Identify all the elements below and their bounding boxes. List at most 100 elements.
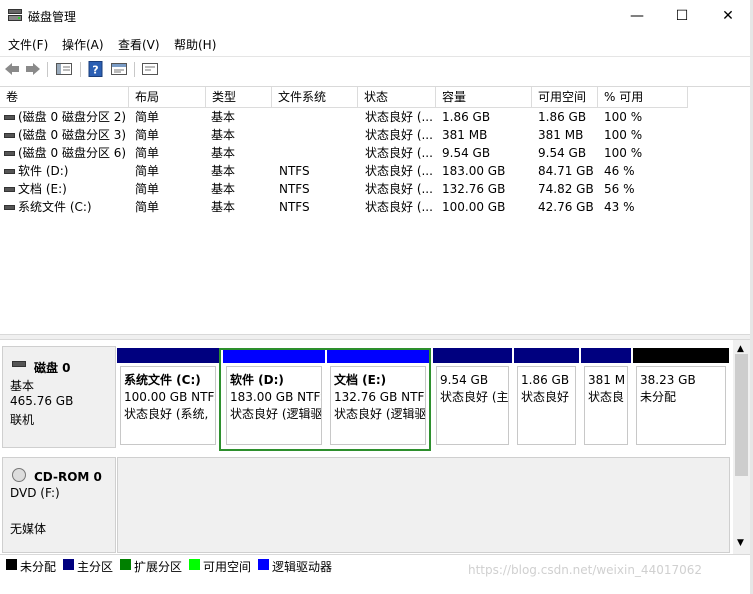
volume-layout: 简单: [135, 164, 160, 178]
column-header-status[interactable]: 状态: [358, 87, 436, 108]
partition-3[interactable]: 381 M 状态良: [581, 348, 631, 448]
partition-status: 未分配: [640, 390, 677, 404]
volume-percent-free: 100 %: [604, 128, 643, 142]
svg-text:?: ?: [92, 64, 98, 77]
volume-capacity: 132.76 GB: [442, 182, 506, 196]
volume-row[interactable]: 软件 (D:) 简单 基本 NTFS 状态良好 (... 183.00 GB 8…: [0, 162, 740, 180]
hard-disk-icon: [12, 361, 26, 367]
partition-body: 38.23 GB 未分配: [636, 366, 726, 445]
window-title: 磁盘管理: [28, 10, 77, 24]
partition-color-bar: [514, 348, 579, 363]
volume-icon: [4, 187, 15, 192]
partition-color-bar: [633, 348, 729, 363]
minimize-button[interactable]: —: [614, 0, 660, 32]
volume-row[interactable]: (磁盘 0 磁盘分区 2) 简单 基本 状态良好 (... 1.86 GB 1.…: [0, 108, 740, 126]
volume-row[interactable]: (磁盘 0 磁盘分区 3) 简单 基本 状态良好 (... 381 MB 381…: [0, 126, 740, 144]
volume-icon: [4, 205, 15, 210]
scroll-up-icon[interactable]: ▲: [737, 344, 744, 354]
column-header-type[interactable]: 类型: [206, 87, 272, 108]
cdrom-0-label[interactable]: CD-ROM 0 DVD (F:) 无媒体: [2, 457, 116, 553]
properties-icon[interactable]: [110, 61, 128, 77]
volume-capacity: 1.86 GB: [442, 110, 491, 124]
volume-name: 软件 (D:): [18, 164, 69, 178]
partition-color-bar: [433, 348, 512, 363]
volume-row[interactable]: 文档 (E:) 简单 基本 NTFS 状态良好 (... 132.76 GB 7…: [0, 180, 740, 198]
cdrom-drive: DVD (F:): [10, 486, 60, 500]
partition-status: 状态良: [588, 390, 625, 404]
vertical-scrollbar[interactable]: ▲ ▼: [733, 340, 750, 554]
column-header-percent-free[interactable]: % 可用: [598, 87, 688, 108]
partition-body: 381 M 状态良: [584, 366, 628, 445]
column-header-free-space[interactable]: 可用空间: [532, 87, 598, 108]
legend-label: 未分配: [20, 560, 57, 574]
column-header-volume[interactable]: 卷: [0, 87, 129, 108]
console-tree-icon[interactable]: [55, 61, 73, 77]
close-icon: ✕: [722, 8, 734, 24]
volume-status: 状态良好 (...: [365, 182, 433, 196]
partition-6[interactable]: 9.54 GB 状态良好 (主: [433, 348, 512, 448]
volume-name: (磁盘 0 磁盘分区 2): [18, 110, 127, 124]
volume-filesystem: NTFS: [279, 164, 310, 178]
volume-status: 状态良好 (...: [365, 146, 433, 160]
partition-c[interactable]: 系统文件 (C:) 100.00 GB NTFS 状态良好 (系统,: [117, 348, 219, 448]
legend-label: 逻辑驱动器: [272, 560, 333, 574]
legend-label: 扩展分区: [134, 560, 183, 574]
volume-free-space: 84.71 GB: [538, 164, 594, 178]
partition-2[interactable]: 1.86 GB 状态良好: [514, 348, 579, 448]
volume-percent-free: 100 %: [604, 146, 643, 160]
cd-rom-icon: [12, 468, 26, 482]
volume-layout: 简单: [135, 182, 160, 196]
volume-name: 文档 (E:): [18, 182, 67, 196]
help-icon[interactable]: ?: [87, 61, 105, 77]
legend-swatch: [189, 559, 200, 570]
cdrom-area[interactable]: [117, 457, 730, 553]
menu-view[interactable]: 查看(V): [118, 36, 160, 53]
scroll-thumb[interactable]: [735, 354, 748, 476]
menu-help[interactable]: 帮助(H): [174, 36, 216, 53]
disk-kind: 基本: [10, 379, 35, 393]
volume-percent-free: 56 %: [604, 182, 635, 196]
column-header-filesystem[interactable]: 文件系统: [272, 87, 358, 108]
partition-status: 状态良好 (主: [440, 390, 509, 404]
partition-body: 系统文件 (C:) 100.00 GB NTFS 状态良好 (系统,: [120, 366, 216, 445]
scroll-down-icon[interactable]: ▼: [737, 538, 744, 548]
column-header-layout[interactable]: 布局: [129, 87, 206, 108]
volume-percent-free: 100 %: [604, 110, 643, 124]
toolbar-separator: [134, 62, 135, 77]
legend-swatch: [120, 559, 131, 570]
volume-list-header: 卷 布局 类型 文件系统 状态 容量 可用空间 % 可用: [0, 87, 748, 108]
disk-0-label[interactable]: 磁盘 0 基本 465.76 GB 联机: [2, 346, 116, 448]
back-arrow-icon[interactable]: [3, 61, 21, 77]
menu-file[interactable]: 文件(F): [8, 36, 48, 53]
legend-swatch: [63, 559, 74, 570]
volume-layout: 简单: [135, 200, 160, 214]
close-button[interactable]: ✕: [705, 0, 751, 32]
cdrom-media: 无媒体: [10, 522, 47, 536]
legend-label: 主分区: [77, 560, 114, 574]
volume-row[interactable]: (磁盘 0 磁盘分区 6) 简单 基本 状态良好 (... 9.54 GB 9.…: [0, 144, 740, 162]
forward-arrow-icon[interactable]: [24, 61, 42, 77]
unallocated-space[interactable]: 38.23 GB 未分配: [633, 348, 729, 448]
partition-size: 1.86 GB: [521, 373, 570, 387]
maximize-icon: ☐: [675, 8, 689, 24]
cdrom-name: CD-ROM 0: [34, 470, 102, 484]
volume-layout: 简单: [135, 146, 160, 160]
volume-icon: [4, 151, 15, 156]
menu-action[interactable]: 操作(A): [62, 36, 104, 53]
volume-status: 状态良好 (...: [365, 200, 433, 214]
volume-type: 基本: [211, 182, 236, 196]
partition-status: 状态良好: [521, 390, 570, 404]
column-header-capacity[interactable]: 容量: [436, 87, 532, 108]
volume-capacity: 183.00 GB: [442, 164, 506, 178]
volume-type: 基本: [211, 164, 236, 178]
volume-row[interactable]: 系统文件 (C:) 简单 基本 NTFS 状态良好 (... 100.00 GB…: [0, 198, 740, 216]
partition-name: 系统文件 (C:): [124, 373, 201, 387]
minimize-icon: —: [630, 8, 644, 24]
volume-status: 状态良好 (...: [365, 128, 433, 142]
disk-list-icon[interactable]: [141, 61, 159, 77]
volume-name: 系统文件 (C:): [18, 200, 92, 214]
volume-free-space: 381 MB: [538, 128, 584, 142]
maximize-button[interactable]: ☐: [659, 0, 705, 32]
partition-body: 1.86 GB 状态良好: [517, 366, 576, 445]
volume-status: 状态良好 (...: [365, 164, 433, 178]
